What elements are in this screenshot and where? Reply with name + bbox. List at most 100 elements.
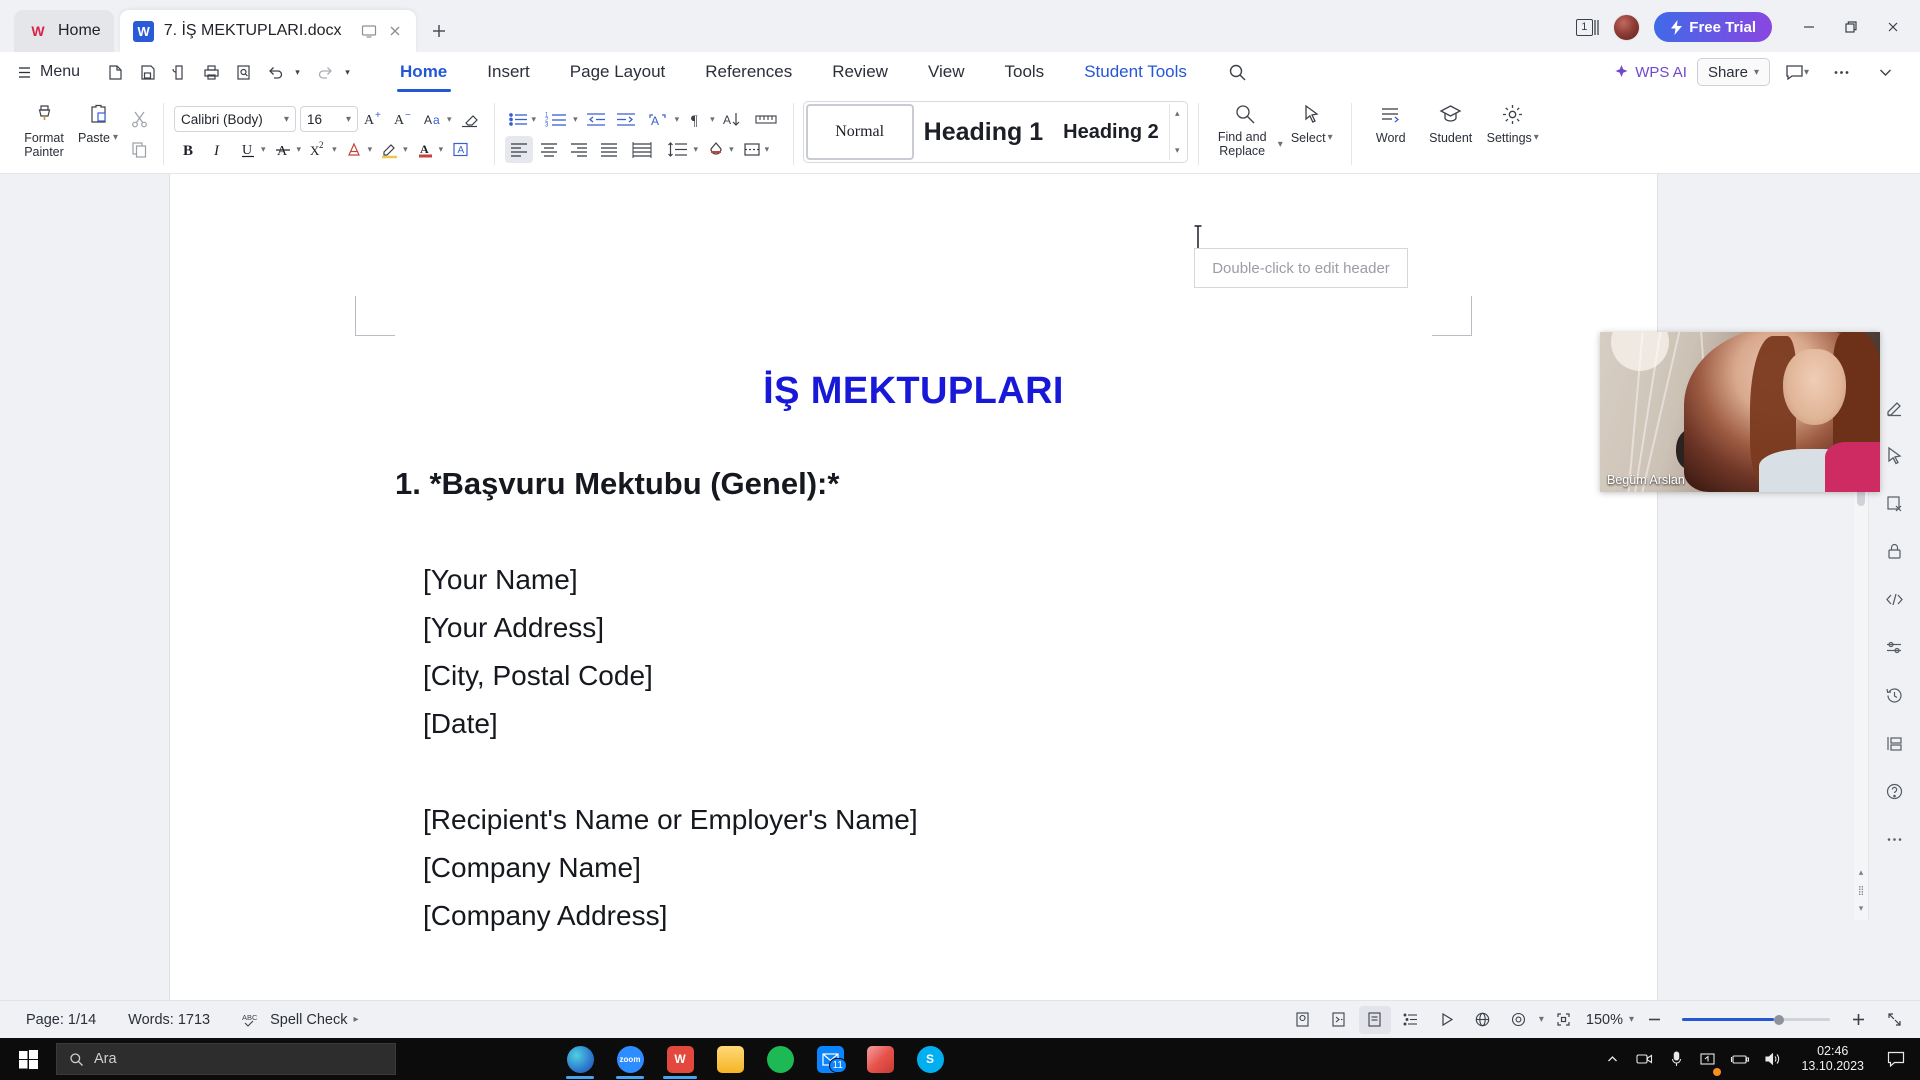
document-body-text[interactable]: [Your Name] [Your Address] [City, Postal…: [423, 556, 918, 940]
wps-ai-button[interactable]: WPS AI: [1614, 64, 1687, 81]
ribbon-search-icon[interactable]: [1219, 56, 1257, 88]
text-direction-icon[interactable]: A: [642, 106, 676, 133]
cut-icon[interactable]: [125, 106, 153, 133]
ruler-icon[interactable]: [749, 106, 783, 133]
maximize-restore-button[interactable]: [1832, 13, 1870, 41]
style-heading-1[interactable]: Heading 1: [914, 104, 1053, 160]
user-avatar[interactable]: [1613, 13, 1641, 41]
shading-icon[interactable]: [702, 136, 730, 163]
taskbar-app-spotify[interactable]: [756, 1038, 804, 1080]
redo-icon[interactable]: [310, 57, 340, 87]
text-effects-dropdown-icon[interactable]: ▾: [368, 144, 373, 155]
page-indicator[interactable]: Page: 1/14: [10, 1012, 112, 1028]
fit-page-button[interactable]: [1878, 1006, 1910, 1034]
focus-mode-icon[interactable]: [1548, 1006, 1580, 1034]
text-effects-icon[interactable]: [341, 136, 369, 163]
paste-button[interactable]: Paste ▾: [71, 95, 125, 173]
camera-tray-icon[interactable]: [1631, 1041, 1657, 1077]
comments-icon[interactable]: ▾: [1780, 57, 1814, 87]
spell-check-dropdown-icon[interactable]: ▸: [353, 1014, 358, 1025]
code-icon[interactable]: [1878, 584, 1912, 614]
font-color-icon[interactable]: A: [412, 136, 440, 163]
align-right-icon[interactable]: [565, 136, 593, 163]
highlight-dropdown-icon[interactable]: ▾: [403, 144, 408, 155]
font-color-dropdown-icon[interactable]: ▾: [439, 144, 444, 155]
numbering-dropdown-icon[interactable]: ▾: [573, 114, 578, 125]
superscript-icon[interactable]: X2: [305, 136, 333, 163]
scroll-page-icon[interactable]: ⣿: [1858, 885, 1865, 896]
close-page-icon[interactable]: [1878, 488, 1912, 518]
zoom-in-button[interactable]: [1842, 1006, 1874, 1034]
sort-icon[interactable]: A: [719, 106, 747, 133]
eye-view-icon[interactable]: [1503, 1006, 1535, 1034]
ribbon-tab-student-tools[interactable]: Student Tools: [1064, 54, 1207, 90]
document-heading-text[interactable]: 1. *Başvuru Mektubu (Genel):*: [395, 466, 839, 502]
more-options-icon[interactable]: [1824, 57, 1858, 87]
new-icon[interactable]: [100, 57, 130, 87]
taskbar-app-skype[interactable]: S: [906, 1038, 954, 1080]
layout-panel-icon[interactable]: [1878, 728, 1912, 758]
save-icon[interactable]: [132, 57, 162, 87]
find-icon[interactable]: [228, 57, 258, 87]
document-page[interactable]: Double-click to edit header İŞ MEKTUPLAR…: [170, 174, 1657, 1000]
lock-icon[interactable]: [1878, 536, 1912, 566]
taskbar-app-file-explorer[interactable]: [706, 1038, 754, 1080]
ribbon-tab-insert[interactable]: Insert: [467, 54, 550, 90]
document-title-text[interactable]: İŞ MEKTUPLARI: [170, 370, 1657, 413]
outline-view-icon[interactable]: [1395, 1006, 1427, 1034]
battery-icon[interactable]: [1727, 1041, 1753, 1077]
shading-dropdown-icon[interactable]: ▾: [729, 144, 734, 155]
student-button[interactable]: Student: [1420, 95, 1482, 173]
webcam-video-overlay[interactable]: Begüm Arslan: [1600, 332, 1880, 492]
select-button[interactable]: Select ▾: [1283, 95, 1341, 173]
more-tools-icon[interactable]: [1878, 824, 1912, 854]
share-button[interactable]: Share ▾: [1696, 58, 1770, 86]
underline-icon[interactable]: U: [234, 136, 262, 163]
zoom-slider[interactable]: [1682, 1014, 1830, 1025]
document-canvas[interactable]: Double-click to edit header İŞ MEKTUPLAR…: [0, 174, 1920, 1000]
underline-dropdown-icon[interactable]: ▾: [261, 144, 266, 155]
line-spacing-icon[interactable]: [661, 136, 695, 163]
menu-button[interactable]: Menu: [10, 57, 92, 87]
bullets-icon[interactable]: [505, 106, 533, 133]
ribbon-tab-page-layout[interactable]: Page Layout: [550, 54, 685, 90]
free-trial-button[interactable]: Free Trial: [1654, 12, 1772, 42]
collapse-ribbon-icon[interactable]: [1868, 57, 1902, 87]
paste-dropdown-icon[interactable]: ▾: [113, 132, 118, 144]
scroll-down-icon[interactable]: ▾: [1859, 903, 1864, 914]
reading-layout-icon[interactable]: [1323, 1006, 1355, 1034]
taskbar-clock[interactable]: 02:46 13.10.2023: [1791, 1044, 1874, 1074]
ribbon-tab-references[interactable]: References: [685, 54, 812, 90]
show-hidden-icons-icon[interactable]: [1599, 1041, 1625, 1077]
format-painter-button[interactable]: Format Painter: [17, 95, 71, 173]
taskbar-search-input[interactable]: Ara: [56, 1043, 396, 1075]
show-formatting-marks-icon[interactable]: ¶: [683, 106, 711, 133]
notification-center-icon[interactable]: [1880, 1041, 1912, 1077]
taskbar-app-wps-office[interactable]: W: [656, 1038, 704, 1080]
ribbon-tab-review[interactable]: Review: [812, 54, 908, 90]
grow-font-icon[interactable]: A +: [360, 106, 388, 133]
style-normal[interactable]: Normal: [805, 104, 914, 160]
close-window-button[interactable]: [1874, 13, 1912, 41]
zoom-slider-knob[interactable]: [1773, 1014, 1784, 1025]
font-name-select[interactable]: Calibri (Body) ▾: [174, 106, 296, 132]
bullets-dropdown-icon[interactable]: ▾: [532, 114, 537, 125]
window-count-indicator[interactable]: 1: [1575, 18, 1600, 36]
pen-icon[interactable]: [1878, 392, 1912, 422]
print-icon[interactable]: [196, 57, 226, 87]
increase-indent-icon[interactable]: [612, 106, 640, 133]
customize-qat-icon[interactable]: ▾: [339, 57, 356, 87]
onedrive-sync-icon[interactable]: [1695, 1041, 1722, 1077]
copy-icon[interactable]: [125, 136, 153, 163]
new-tab-button[interactable]: [422, 14, 456, 48]
present-mode-icon[interactable]: [361, 23, 377, 39]
start-button[interactable]: [4, 1038, 52, 1080]
settings-button[interactable]: Settings ▾: [1482, 95, 1544, 173]
scroll-up-icon[interactable]: ▴: [1859, 867, 1864, 878]
scroll-up-icon[interactable]: ▴: [1175, 108, 1180, 119]
print-preview-icon[interactable]: [164, 57, 194, 87]
taskbar-app-zoom[interactable]: zoom: [606, 1038, 654, 1080]
borders-dropdown-icon[interactable]: ▾: [765, 144, 770, 155]
zoom-dropdown-icon[interactable]: ▾: [1629, 1014, 1634, 1025]
text-box-shading-icon[interactable]: A: [447, 136, 475, 163]
